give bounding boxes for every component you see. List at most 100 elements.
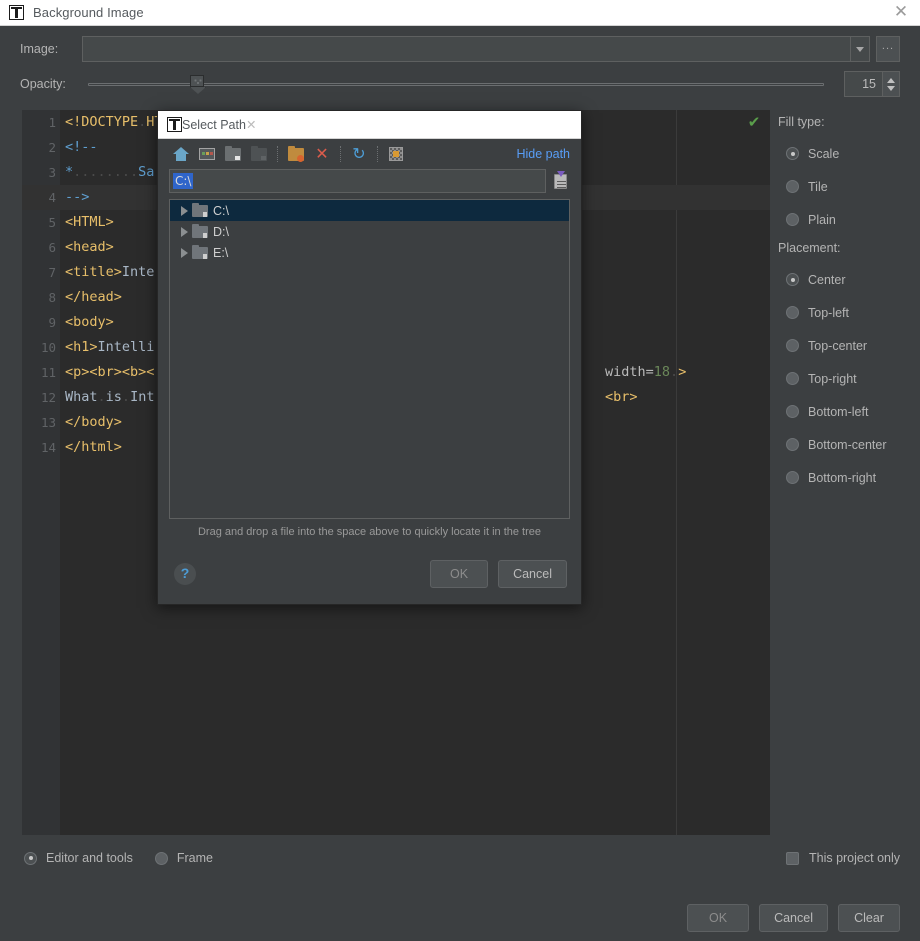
tree-row[interactable]: E:\	[170, 242, 569, 263]
radio-placement-bottom-left[interactable]: Bottom-left	[778, 395, 918, 428]
close-icon[interactable]: ✕	[246, 117, 256, 132]
radio-icon[interactable]	[786, 405, 799, 418]
radio-label: Bottom-left	[808, 404, 869, 419]
help-button[interactable]: ?	[174, 563, 196, 585]
path-input[interactable]: C:\	[169, 169, 546, 193]
radio-icon[interactable]	[154, 851, 168, 865]
opacity-spinner[interactable]: 15	[844, 71, 900, 97]
folder-icon	[192, 244, 208, 259]
cancel-button[interactable]: Cancel	[759, 904, 828, 932]
radio-placement-bottom-right[interactable]: Bottom-right	[778, 461, 918, 494]
paste-path-icon[interactable]	[550, 169, 570, 193]
code-fragment: width=18.>	[605, 364, 687, 380]
radio-frame[interactable]: Frame	[151, 843, 213, 873]
radio-icon[interactable]	[786, 147, 799, 160]
browse-button[interactable]: ...	[876, 36, 900, 62]
tree-item-label: C:\	[213, 203, 229, 218]
line-number: 4	[48, 190, 56, 205]
ok-button[interactable]: OK	[687, 904, 750, 932]
tree-row[interactable]: C:\	[170, 200, 569, 221]
tree-row[interactable]: D:\	[170, 221, 569, 242]
slider-thumb[interactable]	[190, 75, 204, 87]
home-icon[interactable]	[169, 142, 193, 166]
radio-placement-center[interactable]: Center	[778, 263, 918, 296]
tree-item-label: E:\	[213, 245, 229, 260]
folder-icon[interactable]	[221, 142, 245, 166]
radio-icon[interactable]	[786, 213, 799, 226]
select-path-cancel-button[interactable]: Cancel	[498, 560, 567, 588]
clear-button[interactable]: Clear	[838, 904, 900, 932]
radio-fill-tile[interactable]: Tile	[778, 170, 918, 203]
radio-label: Frame	[176, 851, 213, 865]
chevron-right-icon[interactable]	[176, 205, 192, 216]
radio-icon[interactable]	[786, 438, 799, 451]
desktop-icon[interactable]	[195, 142, 219, 166]
show-hidden-icon[interactable]	[384, 142, 408, 166]
toolbar-separator	[277, 146, 278, 162]
new-folder-icon[interactable]	[284, 142, 308, 166]
select-path-ok-button[interactable]: OK	[430, 560, 489, 588]
spinner-buttons[interactable]	[882, 72, 899, 96]
radio-label: Top-center	[808, 338, 868, 353]
opacity-value[interactable]: 15	[845, 72, 882, 96]
radio-icon[interactable]	[786, 273, 799, 286]
background-image-form: Image: ... Opacity: 15	[0, 26, 920, 97]
chevron-right-icon[interactable]	[176, 226, 192, 237]
close-icon[interactable]: ✕	[890, 2, 912, 24]
hide-path-link[interactable]: Hide path	[516, 147, 570, 161]
path-tree[interactable]: C:\ D:\ E:\	[169, 199, 570, 519]
select-path-titlebar: Select Path ✕	[158, 111, 581, 139]
refresh-icon[interactable]: ↻	[347, 142, 371, 166]
image-combobox[interactable]	[82, 36, 870, 62]
radio-icon[interactable]	[786, 471, 799, 484]
radio-label: Bottom-right	[808, 470, 877, 485]
folder-icon	[192, 223, 208, 238]
toolbar-separator	[377, 146, 378, 162]
select-path-footer: ? OK Cancel	[158, 544, 581, 604]
checkbox-this-project-only[interactable]: This project only	[785, 843, 900, 873]
code-fragment: <br>	[605, 389, 638, 405]
dialog-footer: OK Cancel Clear	[0, 895, 920, 941]
radio-placement-bottom-center[interactable]: Bottom-center	[778, 428, 918, 461]
line-number: 5	[48, 215, 56, 230]
chevron-down-icon[interactable]	[850, 37, 869, 61]
line-number: 13	[40, 415, 56, 430]
line-number: 8	[48, 290, 56, 305]
delete-icon[interactable]: ✕	[310, 142, 334, 166]
line-number: 14	[40, 440, 56, 455]
radio-icon[interactable]	[786, 372, 799, 385]
spinner-down-icon[interactable]	[887, 85, 895, 91]
radio-icon[interactable]	[786, 180, 799, 193]
opacity-label: Opacity:	[20, 77, 66, 91]
chevron-right-icon[interactable]	[176, 247, 192, 258]
opacity-slider[interactable]	[82, 71, 830, 97]
line-number: 12	[40, 390, 56, 405]
image-input[interactable]	[83, 37, 850, 61]
radio-label: Top-right	[808, 371, 857, 386]
drag-drop-hint: Drag and drop a file into the space abov…	[197, 526, 542, 538]
radio-label: Bottom-center	[808, 437, 887, 452]
radio-fill-plain[interactable]: Plain	[778, 203, 918, 236]
radio-placement-top-center[interactable]: Top-center	[778, 329, 918, 362]
tree-item-label: D:\	[213, 224, 229, 239]
checkbox-label: This project only	[808, 851, 900, 865]
toolbar-separator	[340, 146, 341, 162]
radio-editor-and-tools[interactable]: Editor and tools	[20, 843, 133, 873]
radio-icon[interactable]	[786, 306, 799, 319]
radio-label: Center	[808, 272, 846, 287]
folder-icon	[192, 202, 208, 217]
radio-label: Editor and tools	[46, 851, 133, 865]
checkbox-icon[interactable]	[785, 851, 799, 865]
path-value[interactable]: C:\	[173, 173, 194, 189]
radio-placement-top-left[interactable]: Top-left	[778, 296, 918, 329]
line-number: 9	[48, 315, 56, 330]
spinner-up-icon[interactable]	[887, 77, 895, 83]
select-path-dialog: Select Path ✕ ✕ ↻ Hide path C:\ C:\ D:\	[157, 110, 582, 605]
radio-icon[interactable]	[24, 851, 37, 865]
radio-icon[interactable]	[786, 339, 799, 352]
radio-label: Tile	[808, 179, 828, 194]
radio-placement-top-right[interactable]: Top-right	[778, 362, 918, 395]
radio-fill-scale[interactable]: Scale	[778, 137, 918, 170]
line-number: 6	[48, 240, 56, 255]
line-number: 2	[48, 140, 56, 155]
